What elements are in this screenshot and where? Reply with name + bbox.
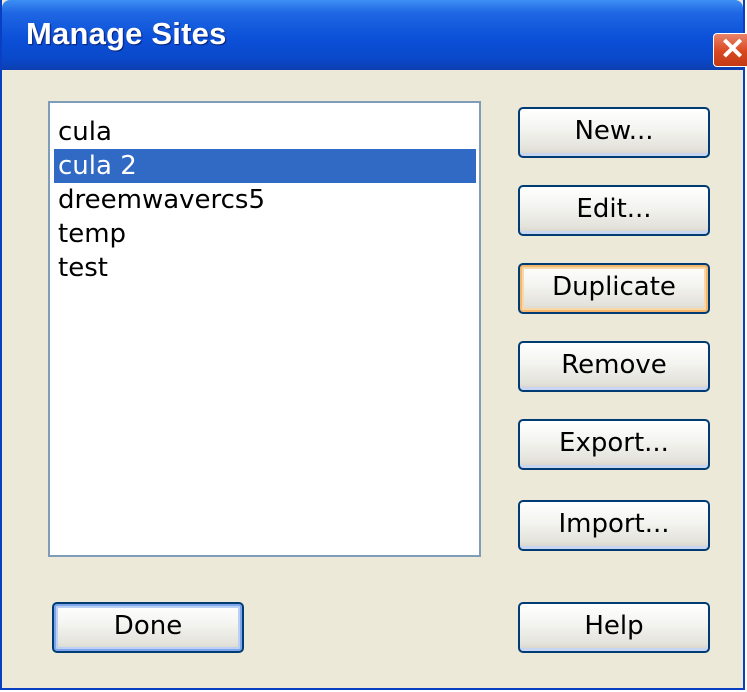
sites-list[interactable]: cula cula 2 dreemwavercs5 temp test	[48, 101, 481, 557]
list-item[interactable]: cula	[54, 115, 476, 149]
list-item[interactable]: temp	[54, 217, 476, 251]
list-item[interactable]: dreemwavercs5	[54, 183, 476, 217]
title-bar[interactable]: Manage Sites ✕	[2, 0, 747, 70]
dialog-title: Manage Sites	[26, 16, 227, 51]
list-item[interactable]: test	[54, 251, 476, 285]
done-button[interactable]: Done	[52, 602, 244, 653]
export-button[interactable]: Export...	[518, 419, 710, 470]
remove-button[interactable]: Remove	[518, 341, 710, 392]
import-button[interactable]: Import...	[518, 500, 710, 551]
help-button[interactable]: Help	[518, 602, 710, 653]
new-button[interactable]: New...	[518, 107, 710, 158]
duplicate-button[interactable]: Duplicate	[518, 263, 710, 314]
list-item-selected[interactable]: cula 2	[54, 149, 476, 183]
manage-sites-dialog: Manage Sites ✕ cula cula 2 dreemwavercs5…	[0, 0, 747, 690]
close-icon: ✕	[720, 33, 746, 66]
edit-button[interactable]: Edit...	[518, 185, 710, 236]
close-button[interactable]: ✕	[713, 33, 747, 67]
